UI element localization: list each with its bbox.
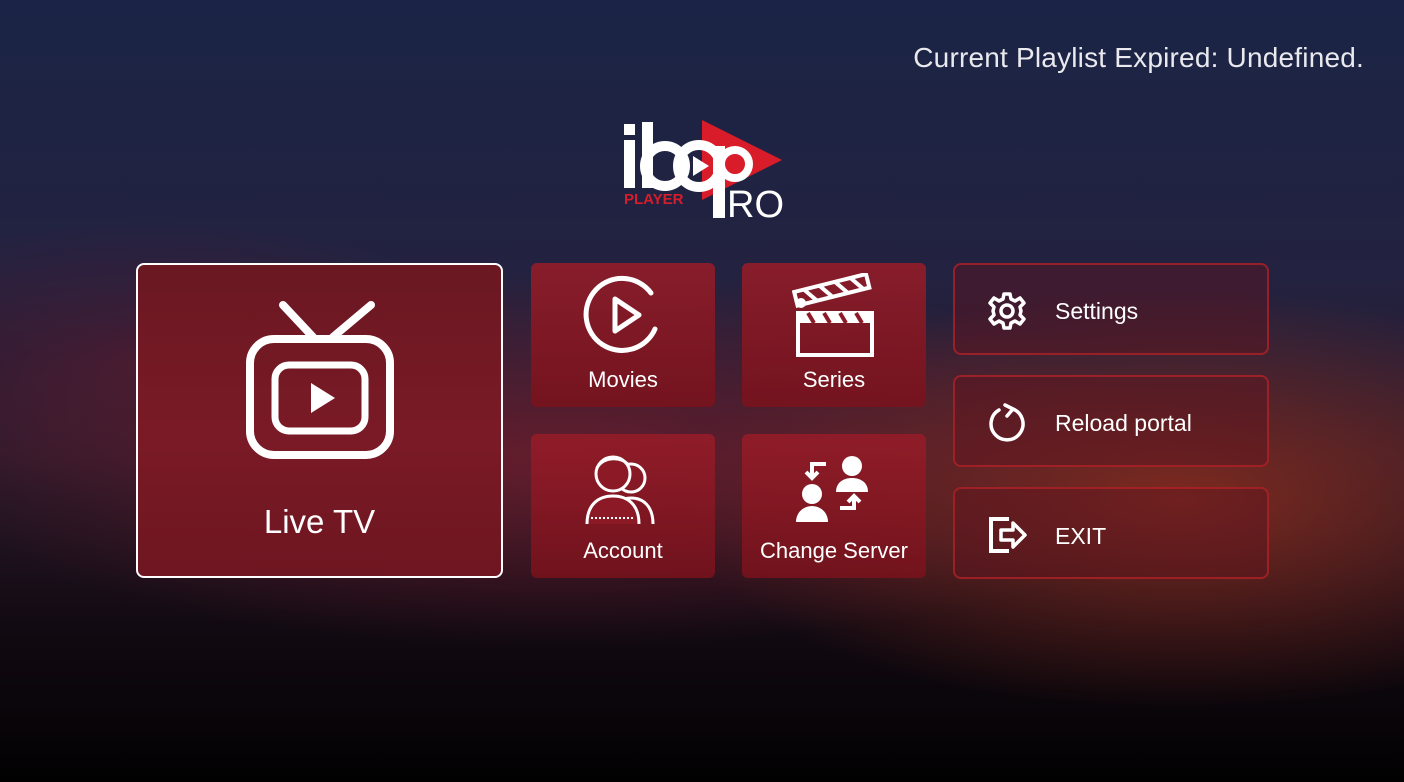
settings-button[interactable]: Settings — [953, 263, 1269, 355]
reload-icon — [987, 403, 1027, 443]
series-label: Series — [802, 367, 866, 392]
change-server-tile[interactable]: Change Server — [742, 434, 926, 578]
clapperboard-icon — [791, 271, 876, 362]
svg-text:RO: RO — [727, 184, 784, 226]
users-icon — [581, 444, 665, 533]
movies-label: Movies — [588, 367, 658, 392]
account-tile[interactable]: Account — [531, 434, 715, 578]
settings-label: Settings — [1055, 298, 1139, 324]
live-tv-tile[interactable]: Live TV — [136, 263, 503, 578]
reload-label: Reload portal — [1055, 410, 1192, 436]
gear-icon — [987, 291, 1027, 331]
play-circle-icon — [581, 273, 665, 362]
exit-label: EXIT — [1055, 523, 1107, 549]
tv-icon — [245, 301, 395, 466]
app-logo: PLAYER RO — [620, 116, 790, 226]
movies-tile[interactable]: Movies — [531, 263, 715, 407]
series-tile[interactable]: Series — [742, 263, 926, 407]
swap-users-icon — [792, 444, 876, 533]
account-label: Account — [583, 538, 663, 563]
exit-button[interactable]: EXIT — [953, 487, 1269, 579]
svg-text:PLAYER: PLAYER — [624, 191, 684, 208]
change-server-label: Change Server — [760, 538, 908, 563]
exit-icon — [987, 515, 1027, 555]
reload-portal-button[interactable]: Reload portal — [953, 375, 1269, 467]
playlist-status-text: Current Playlist Expired: Undefined. — [913, 42, 1364, 73]
live-tv-label: Live TV — [263, 503, 376, 540]
